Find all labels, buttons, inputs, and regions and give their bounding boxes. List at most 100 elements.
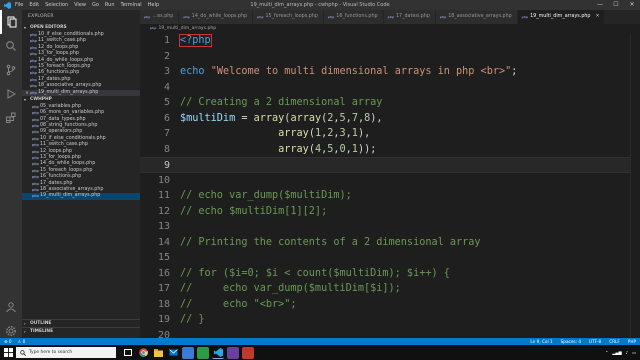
code-line[interactable]: 12 // echo $multiDim[1][2]; bbox=[140, 204, 640, 220]
close-icon[interactable]: ✕ bbox=[595, 10, 599, 24]
tab-1[interactable]: php 14_do_while_loops.php bbox=[179, 10, 254, 24]
editor-tabs: php …es.php php 14_do_while_loops.php php 15_… bbox=[140, 10, 640, 24]
status-left: ⊗ 0 ⚠ 0 bbox=[0, 339, 25, 344]
php-file-icon: php bbox=[439, 15, 447, 19]
status-item[interactable]: Ln 9, Col 1 bbox=[530, 339, 552, 344]
code-line[interactable]: 9 bbox=[140, 157, 640, 173]
tab-label: …es.php bbox=[152, 14, 174, 19]
project-folder-header[interactable]: ▾ CWHPHP bbox=[22, 96, 140, 104]
php-file-icon: php bbox=[387, 15, 394, 19]
menu-item-go[interactable]: Go bbox=[92, 0, 99, 10]
tab-6[interactable]: php 19_multi_dim_arrays.php ✕ bbox=[517, 10, 606, 24]
extensions-icon[interactable] bbox=[0, 106, 22, 130]
app-icon[interactable] bbox=[227, 346, 239, 359]
outline-header[interactable]: › OUTLINE bbox=[22, 319, 140, 327]
volume-icon[interactable]: ♪ bbox=[626, 350, 629, 355]
status-item[interactable]: UTF-8 bbox=[589, 339, 601, 344]
app-icon[interactable] bbox=[242, 346, 254, 359]
task-view-icon[interactable] bbox=[122, 347, 134, 359]
code-line[interactable]: 8 array(4,5,0,1)); bbox=[140, 142, 640, 158]
editor-scrollbar[interactable] bbox=[630, 33, 640, 347]
menu-item-file[interactable]: File bbox=[15, 0, 23, 10]
line-number: 2 bbox=[163, 50, 170, 62]
app-icon[interactable] bbox=[197, 346, 209, 359]
tab-5[interactable]: php 18_associative_arrays.php bbox=[435, 10, 518, 24]
run-debug-icon[interactable] bbox=[0, 82, 22, 106]
code-line[interactable]: 16 // for ($i=0; $i < count($multiDim); $… bbox=[140, 266, 640, 282]
status-bar: ⊗ 0 ⚠ 0 Ln 9, Col 1 Spaces: 4 UTF-8 CRLF PHP bbox=[0, 338, 640, 345]
menu-item-view[interactable]: View bbox=[74, 0, 86, 10]
tab-label: 16_functions.php bbox=[336, 14, 378, 19]
menu-item-run[interactable]: Run bbox=[105, 0, 115, 10]
search-placeholder: Type here to search bbox=[29, 350, 73, 355]
menu-item-selection[interactable]: Selection bbox=[45, 0, 68, 10]
code-editor[interactable]: 1 <?php 2 3 echo "Welcome to multi dimension… bbox=[140, 33, 640, 347]
breadcrumb-file[interactable]: 19_multi_dim_arrays.php bbox=[158, 24, 216, 33]
menu-bar: File Edit Selection View Go Run Terminal Help bbox=[15, 0, 159, 10]
code-line[interactable]: 1 <?php bbox=[140, 33, 640, 49]
close-window-button[interactable]: ✕ bbox=[624, 0, 640, 10]
timeline-header[interactable]: › TIMELINE bbox=[22, 327, 140, 335]
accounts-icon[interactable] bbox=[0, 295, 22, 319]
explorer-sidebar: EXPLORER ▾ OPEN EDITORS php 10_if_else_co… bbox=[22, 10, 140, 347]
search-icon[interactable] bbox=[0, 34, 22, 58]
maximize-button[interactable]: ☐ bbox=[608, 0, 624, 10]
status-item[interactable]: CRLF bbox=[609, 339, 620, 344]
file-explorer-icon[interactable] bbox=[152, 347, 164, 359]
notifications-icon[interactable]: ▭ bbox=[632, 350, 636, 355]
code-line[interactable]: 10 bbox=[140, 173, 640, 189]
status-problems-item[interactable]: ⊗ 0 bbox=[4, 339, 12, 344]
php-file-icon: php bbox=[257, 15, 264, 19]
status-item[interactable]: Spaces: 4 bbox=[561, 339, 581, 344]
line-number: 1 bbox=[163, 35, 170, 46]
source-control-icon[interactable] bbox=[0, 58, 22, 82]
status-item[interactable]: PHP bbox=[628, 339, 636, 344]
mail-icon[interactable] bbox=[167, 347, 179, 359]
code-text: // echo var_dump($multiDim[$i]); bbox=[180, 283, 401, 294]
code-line[interactable]: 13 bbox=[140, 219, 640, 235]
menu-item-terminal[interactable]: Terminal bbox=[121, 0, 142, 10]
code-line[interactable]: 2 bbox=[140, 49, 640, 65]
menu-item-edit[interactable]: Edit bbox=[29, 0, 39, 10]
status-right: Ln 9, Col 1 Spaces: 4 UTF-8 CRLF PHP bbox=[530, 339, 636, 344]
line-number: 11 bbox=[157, 190, 170, 201]
chevron-up-icon[interactable]: ⌃ bbox=[605, 350, 608, 355]
code-line[interactable]: 15 bbox=[140, 250, 640, 266]
status-problems-item[interactable]: ⚠ 0 bbox=[18, 339, 26, 344]
explorer-icon[interactable] bbox=[0, 10, 22, 34]
code-line[interactable]: 14 // Printing the contents of a 2 dimens… bbox=[140, 235, 640, 251]
windows-taskbar: Type here to search ⌃ ▂▄▆ ♪ ▭ bbox=[0, 345, 640, 360]
code-text: array(1,2,3,1), bbox=[278, 128, 371, 139]
code-line[interactable]: 7 array(1,2,3,1), bbox=[140, 126, 640, 142]
open-editors-header[interactable]: ▾ OPEN EDITORS bbox=[22, 24, 140, 32]
line-number: 14 bbox=[157, 236, 170, 248]
code-line[interactable]: 19 // } bbox=[140, 312, 640, 328]
code-line[interactable]: 3 echo "Welcome to multi dimensional arra… bbox=[140, 64, 640, 80]
code-line[interactable]: 11 // echo var_dump($multiDim); bbox=[140, 188, 640, 204]
tab-3[interactable]: php 16_functions.php bbox=[323, 10, 384, 24]
code-line[interactable]: 6 $multiDim = array(array(2,5,7,8), bbox=[140, 111, 640, 127]
minimize-button[interactable]: — bbox=[592, 0, 608, 10]
tab-0[interactable]: php …es.php bbox=[140, 10, 180, 24]
menu-item-help[interactable]: Help bbox=[148, 0, 159, 10]
file-name: 19_multi_dim_arrays.php bbox=[40, 193, 101, 199]
line-number: 12 bbox=[157, 205, 170, 217]
vscode-taskbar-icon[interactable] bbox=[212, 347, 224, 359]
line-number: 15 bbox=[157, 252, 170, 263]
line-number: 17 bbox=[157, 283, 170, 294]
tab-4[interactable]: php 17_datesi.php bbox=[383, 10, 436, 24]
taskbar-search-input[interactable]: Type here to search bbox=[16, 347, 116, 358]
network-icon[interactable]: ▂▄▆ bbox=[612, 350, 621, 355]
code-line[interactable]: 4 bbox=[140, 80, 640, 96]
tab-2[interactable]: php 15_foreach_loops.php bbox=[253, 10, 324, 24]
code-line[interactable]: 18 // echo "<br>"; bbox=[140, 297, 640, 313]
line-number: 8 bbox=[163, 143, 170, 155]
app-icon[interactable] bbox=[182, 346, 194, 359]
windows-start-icon[interactable] bbox=[0, 345, 16, 360]
code-line[interactable]: 17 // echo var_dump($multiDim[$i]); bbox=[140, 281, 640, 297]
file-tree-item[interactable]: php 19_multi_dim_arrays.php bbox=[22, 193, 140, 200]
line-number: 7 bbox=[163, 128, 170, 139]
code-line[interactable]: 5 // Creating a 2 dimensional array bbox=[140, 95, 640, 111]
breadcrumb: php 19_multi_dim_arrays.php bbox=[140, 24, 640, 33]
chrome-icon[interactable] bbox=[137, 347, 149, 359]
